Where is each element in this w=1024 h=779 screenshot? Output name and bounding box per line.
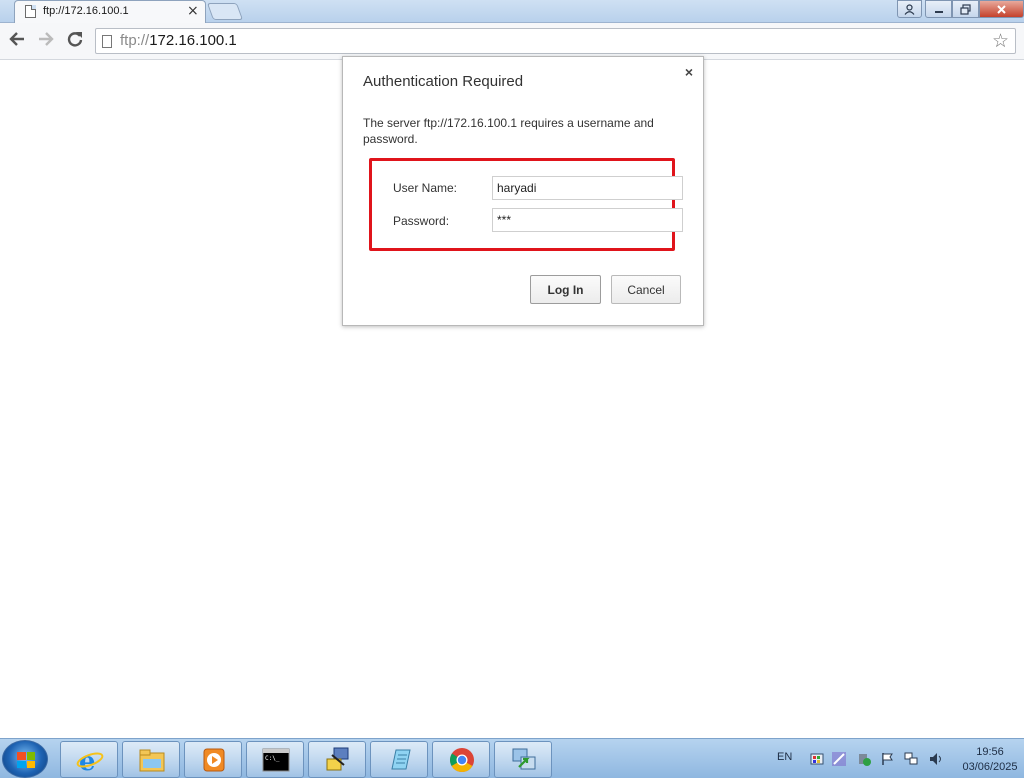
credentials-highlight: User Name: Password:	[369, 158, 683, 251]
close-icon[interactable]	[979, 0, 1024, 18]
new-tab-button[interactable]	[206, 3, 244, 20]
address-bar[interactable]: ftp://172.16.100.1 ☆	[95, 28, 1016, 54]
dialog-title: Authentication Required	[363, 73, 524, 90]
notepad-icon[interactable]	[370, 741, 428, 778]
flag-icon[interactable]	[880, 752, 894, 766]
keyboard-icon[interactable]	[810, 752, 824, 766]
clock-time: 19:56	[976, 746, 1004, 758]
page-icon	[25, 5, 36, 18]
clock[interactable]: 19:56 03/06/2025	[958, 745, 1022, 775]
arrow-right-icon[interactable]	[35, 30, 57, 52]
windows-start-icon[interactable]	[2, 740, 48, 778]
clock-date: 03/06/2025	[962, 761, 1018, 773]
url-text: ftp://172.16.100.1	[120, 32, 237, 49]
star-icon[interactable]: ☆	[992, 30, 1009, 52]
browser-toolbar: ftp://172.16.100.1 ☆	[0, 23, 1024, 60]
page-icon	[102, 35, 112, 48]
username-field[interactable]	[492, 176, 683, 200]
taskbar: e C:\_ EN 19:56 03/06/2025	[0, 738, 1024, 778]
arrow-left-icon[interactable]	[6, 30, 28, 52]
dialog-close-icon[interactable]: ×	[685, 64, 693, 80]
media-player-icon[interactable]	[184, 741, 242, 778]
chrome-icon[interactable]	[432, 741, 490, 778]
reload-icon[interactable]	[64, 30, 86, 52]
restore-icon[interactable]	[952, 0, 979, 18]
file-explorer-icon[interactable]	[122, 741, 180, 778]
pen-icon[interactable]	[832, 752, 846, 766]
network-icon[interactable]	[904, 752, 918, 766]
password-label: Password:	[393, 214, 450, 228]
window-controls	[897, 0, 1024, 18]
security-icon[interactable]	[857, 752, 871, 766]
login-button[interactable]: Log In	[530, 275, 601, 304]
volume-icon[interactable]	[929, 752, 943, 766]
internet-explorer-icon[interactable]: e	[60, 741, 118, 778]
user-icon[interactable]	[897, 0, 922, 18]
tab-title: ftp://172.16.100.1	[43, 5, 129, 17]
cancel-button[interactable]: Cancel	[611, 275, 681, 304]
language-indicator[interactable]: EN	[777, 751, 792, 763]
minimize-icon[interactable]	[925, 0, 952, 18]
network-share-icon[interactable]	[494, 741, 552, 778]
authentication-dialog: Authentication Required × The server ftp…	[342, 56, 704, 326]
title-bar: ftp://172.16.100.1 ×	[0, 0, 1024, 23]
command-prompt-icon[interactable]: C:\_	[246, 741, 304, 778]
network-tool-icon[interactable]	[308, 741, 366, 778]
password-field[interactable]	[492, 208, 683, 232]
username-label: User Name:	[393, 181, 458, 195]
browser-tab[interactable]: ftp://172.16.100.1 ×	[14, 0, 206, 23]
tab-close-icon[interactable]: ×	[187, 3, 199, 19]
svg-text:C:\_: C:\_	[265, 755, 280, 762]
dialog-message: The server ftp://172.16.100.1 requires a…	[363, 116, 654, 146]
